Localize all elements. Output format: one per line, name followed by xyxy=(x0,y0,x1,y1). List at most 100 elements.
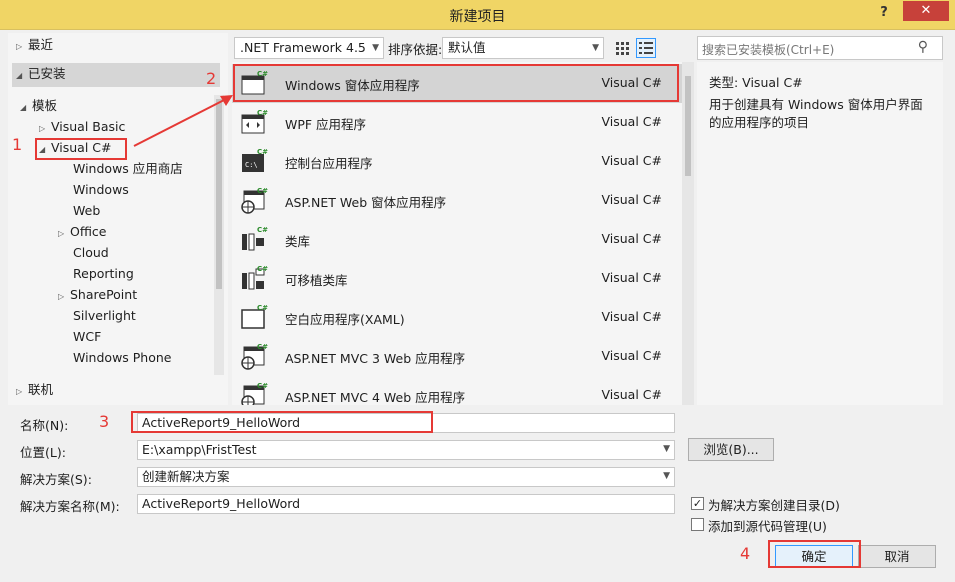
template-name: ASP.NET Web 窗体应用程序 xyxy=(285,195,447,210)
solution-select[interactable]: 创建新解决方案 ▼ xyxy=(137,467,675,487)
close-button[interactable]: ✕ xyxy=(903,1,949,21)
tree-item-reporting[interactable]: Reporting xyxy=(73,264,134,284)
template-type: 类型: Visual C# xyxy=(709,75,803,90)
search-placeholder: 搜索已安装模板(Ctrl+E) xyxy=(702,43,835,57)
tree-item-online[interactable]: ▷ 联机 xyxy=(16,380,53,400)
sort-select[interactable]: 默认值 ▼ xyxy=(442,37,604,59)
category-tree: ▷ 最近 ◢ 已安装 ◢ 模板 ▷ Visual Basic ◢ Visual C# Wi… xyxy=(8,33,228,405)
framework-select[interactable]: .NET Framework 4.5 ▼ xyxy=(234,37,384,59)
template-row[interactable]: C:\ C# 控制台应用程序 Visual C# xyxy=(232,142,682,181)
tree-item-silverlight[interactable]: Silverlight xyxy=(73,306,136,326)
expand-arrow-icon[interactable]: ▷ xyxy=(16,37,28,57)
collapse-arrow-icon[interactable]: ◢ xyxy=(20,98,32,118)
template-row[interactable]: C# ASP.NET MVC 3 Web 应用程序 Visual C# xyxy=(232,337,682,376)
console-icon: C:\ C# xyxy=(240,148,268,174)
tree-label: SharePoint xyxy=(70,287,138,302)
template-description: 用于创建具有 Windows 窗体用户界面的应用程序的项目 xyxy=(709,97,923,130)
name-label: 名称(N): xyxy=(20,418,69,433)
expand-arrow-icon[interactable]: ▷ xyxy=(16,382,28,402)
annotation-number-1: 1 xyxy=(12,135,23,154)
tree-item-web[interactable]: Web xyxy=(73,201,100,221)
template-name: WPF 应用程序 xyxy=(285,117,367,132)
tree-item-recent[interactable]: ▷ 最近 xyxy=(16,35,53,55)
template-name: 空白应用程序(XAML) xyxy=(285,312,405,327)
template-row[interactable]: C# 类库 Visual C# xyxy=(232,220,682,259)
template-language: Visual C# xyxy=(601,309,663,324)
tree-item-visual-basic[interactable]: ▷ Visual Basic xyxy=(39,117,125,137)
tree-item-installed-label[interactable]: ◢ 已安装 xyxy=(16,64,66,84)
create-directory-checkbox[interactable]: ✓ xyxy=(691,497,704,510)
sort-label: 排序依据: xyxy=(388,42,443,57)
annotation-number-2: 2 xyxy=(206,69,217,88)
scrollbar-thumb[interactable] xyxy=(685,76,691,176)
location-label: 位置(L): xyxy=(20,445,66,460)
expand-arrow-icon[interactable]: ▷ xyxy=(39,119,51,139)
create-directory-label: 为解决方案创建目录(D) xyxy=(708,498,840,513)
template-scrollbar[interactable] xyxy=(682,62,694,405)
tree-label: 模板 xyxy=(32,98,58,113)
template-language: Visual C# xyxy=(601,114,663,129)
annotation-box-3 xyxy=(131,411,433,433)
tree-label: Office xyxy=(70,224,107,239)
template-name: 控制台应用程序 xyxy=(285,156,373,171)
search-icon[interactable]: ⚲ xyxy=(918,39,928,55)
search-input[interactable]: 搜索已安装模板(Ctrl+E) ⚲ xyxy=(697,36,943,60)
wpf-icon: C# xyxy=(240,109,268,135)
template-language: Visual C# xyxy=(601,153,663,168)
source-control-checkbox[interactable] xyxy=(691,518,704,531)
template-list: C# Windows 窗体应用程序 Visual C# C# WPF 应用程序 Visua… xyxy=(232,62,694,405)
tree-item-templates[interactable]: ◢ 模板 xyxy=(20,96,57,116)
svg-text:C#: C# xyxy=(257,187,268,195)
solution-name-field[interactable]: ActiveReport9_HelloWord xyxy=(137,494,675,514)
tree-label: 最近 xyxy=(28,37,54,52)
template-toolbar: .NET Framework 4.5 ▼ 排序依据: 默认值 ▼ xyxy=(232,36,690,60)
cancel-button[interactable]: 取消 xyxy=(858,545,936,568)
tree-item-cloud[interactable]: Cloud xyxy=(73,243,109,263)
annotation-number-4: 4 xyxy=(740,544,751,563)
location-field[interactable]: E:\xampp\FristTest ▼ xyxy=(137,440,675,460)
web-icon: C# xyxy=(240,382,268,405)
template-name: 类库 xyxy=(285,234,311,249)
svg-text:C#: C# xyxy=(257,148,268,156)
tree-item-windows-phone[interactable]: Windows Phone xyxy=(73,348,172,368)
template-row[interactable]: C# ASP.NET Web 窗体应用程序 Visual C# xyxy=(232,181,682,220)
solution-name-label: 解决方案名称(M): xyxy=(20,499,120,514)
tree-item-store[interactable]: Windows 应用商店 xyxy=(73,159,183,179)
template-row[interactable]: C# 空白应用程序(XAML) Visual C# xyxy=(232,298,682,337)
annotation-number-3: 3 xyxy=(99,412,110,431)
chevron-down-icon: ▼ xyxy=(663,471,670,481)
svg-text:C#: C# xyxy=(257,265,268,273)
expand-arrow-icon[interactable]: ▷ xyxy=(58,224,70,244)
description-panel: 类型: Visual C# 用于创建具有 Windows 窗体用户界面的应用程序… xyxy=(697,62,943,405)
annotation-box-4 xyxy=(768,540,861,568)
solution-label: 解决方案(S): xyxy=(20,472,92,487)
collapse-arrow-icon[interactable]: ◢ xyxy=(16,66,28,86)
sort-value: 默认值 xyxy=(448,40,486,55)
tree-item-sharepoint[interactable]: ▷ SharePoint xyxy=(58,285,137,305)
template-row[interactable]: C# WPF 应用程序 Visual C# xyxy=(232,103,682,142)
tree-scrollbar[interactable] xyxy=(214,95,224,375)
template-language: Visual C# xyxy=(601,387,663,402)
chevron-down-icon: ▼ xyxy=(592,43,599,53)
web-icon: C# xyxy=(240,343,268,370)
solution-value: 创建新解决方案 xyxy=(142,469,230,484)
scrollbar-thumb[interactable] xyxy=(216,99,222,289)
template-row[interactable]: C# 可移植类库 Visual C# xyxy=(232,259,682,298)
template-name: ASP.NET MVC 4 Web 应用程序 xyxy=(285,390,466,405)
annotation-box-2 xyxy=(233,64,679,102)
list-view-icon[interactable] xyxy=(636,38,656,58)
portable-library-icon: C# xyxy=(240,265,268,291)
template-row[interactable]: C# ASP.NET MVC 4 Web 应用程序 Visual C# xyxy=(232,376,682,405)
small-icons-view-icon[interactable] xyxy=(612,38,632,58)
browse-button[interactable]: 浏览(B)... xyxy=(688,438,774,461)
svg-text:C:\: C:\ xyxy=(245,161,258,169)
window-title: 新建项目 xyxy=(449,9,506,25)
tree-item-wcf[interactable]: WCF xyxy=(73,327,101,347)
help-button[interactable]: ? xyxy=(871,2,897,26)
tree-item-office[interactable]: ▷ Office xyxy=(58,222,107,242)
expand-arrow-icon[interactable]: ▷ xyxy=(58,287,70,307)
template-language: Visual C# xyxy=(601,270,663,285)
chevron-down-icon: ▼ xyxy=(663,444,670,454)
tree-label: Visual Basic xyxy=(51,119,126,134)
tree-item-windows[interactable]: Windows xyxy=(73,180,129,200)
